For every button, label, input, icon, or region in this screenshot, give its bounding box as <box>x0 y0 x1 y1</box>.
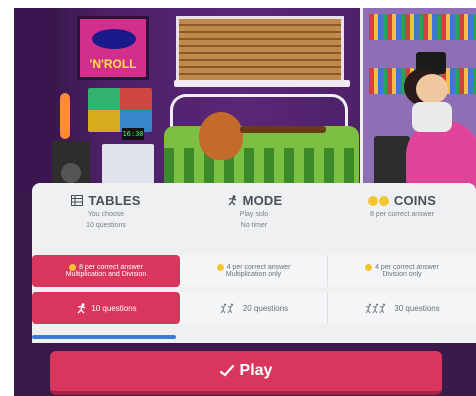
coins-header: COINS 8 per correct answer <box>328 193 476 219</box>
window-blinds <box>176 16 344 86</box>
option-coins-label: 4 per correct answer <box>375 264 439 271</box>
bedroom-scene: 'N'ROLL 16:30 <box>14 8 476 193</box>
checkmark-icon <box>219 365 234 377</box>
questions-label: 30 questions <box>394 303 440 313</box>
runner-icon <box>77 302 86 313</box>
mode-header: MODE Play solo No timer <box>180 193 328 230</box>
lava-lamp-icon <box>60 93 70 139</box>
wall-left <box>14 8 54 193</box>
option-type-label: Multiplication and Division <box>65 271 147 278</box>
mode-title: MODE <box>242 193 283 208</box>
option-coins-label: 8 per correct answer <box>79 264 143 271</box>
option-coins-label: 4 per correct answer <box>226 264 291 271</box>
poster-text: 'N'ROLL <box>89 57 137 71</box>
option-div-only[interactable]: 4 per correct answer Division only <box>328 255 476 287</box>
option-mult-and-div[interactable]: 8 per correct answer Multiplication and … <box>32 255 180 287</box>
coins-title: COINS <box>393 193 437 208</box>
speaker-right-icon <box>374 136 410 186</box>
option-type-label: Division only <box>382 271 422 278</box>
guitar-neck <box>240 126 326 133</box>
alarm-clock: 16:30 <box>122 128 144 140</box>
avatar-body <box>412 102 452 132</box>
questions-label: 10 questions <box>91 303 137 313</box>
tables-header: TABLES You choose 10 questions <box>32 193 180 230</box>
option-20-questions[interactable]: 20 questions <box>180 292 328 324</box>
table-icon <box>71 195 84 206</box>
tables-sub1: You choose <box>87 211 125 218</box>
questions-label: 20 questions <box>242 303 289 313</box>
tab-underline <box>32 335 176 339</box>
rock-poster: 'N'ROLL <box>77 16 149 80</box>
mode-sub1: Play solo <box>239 211 269 218</box>
runner-icon <box>228 195 236 206</box>
drawer <box>102 144 154 186</box>
play-label: Play <box>239 362 273 379</box>
game-settings-panel: TABLES You choose 10 questions MODE Play… <box>32 183 476 343</box>
coin-icon <box>216 264 224 271</box>
coins-sub1: 8 per correct answer <box>370 211 434 218</box>
books-row <box>369 14 476 40</box>
option-10-questions[interactable]: 10 questions <box>32 292 180 324</box>
runners-icon <box>220 303 234 313</box>
mode-sub2: No timer <box>240 222 268 229</box>
tables-title: TABLES <box>88 193 141 208</box>
player-avatar[interactable] <box>402 52 462 132</box>
coins-icon <box>367 195 389 206</box>
guitar-icon <box>199 112 243 160</box>
runners-icon <box>365 303 386 313</box>
lips-icon <box>92 29 136 49</box>
bed-headboard <box>170 94 348 130</box>
coin-icon <box>69 264 77 271</box>
option-30-questions[interactable]: 30 questions <box>328 292 476 324</box>
shelf <box>174 80 350 87</box>
option-mult-only[interactable]: 4 per correct answer Multiplication only <box>180 255 328 287</box>
play-button[interactable]: Play <box>50 351 442 395</box>
top-hat-icon <box>416 52 446 74</box>
tables-sub2: 10 questions <box>86 222 126 229</box>
coin-icon <box>365 264 373 271</box>
avatar-face <box>416 74 448 104</box>
game-frame: 'N'ROLL 16:30 TABLES You choose 10 quest… <box>14 8 476 396</box>
wall-tiles <box>88 88 152 132</box>
option-type-label: Multiplication only <box>225 271 282 278</box>
